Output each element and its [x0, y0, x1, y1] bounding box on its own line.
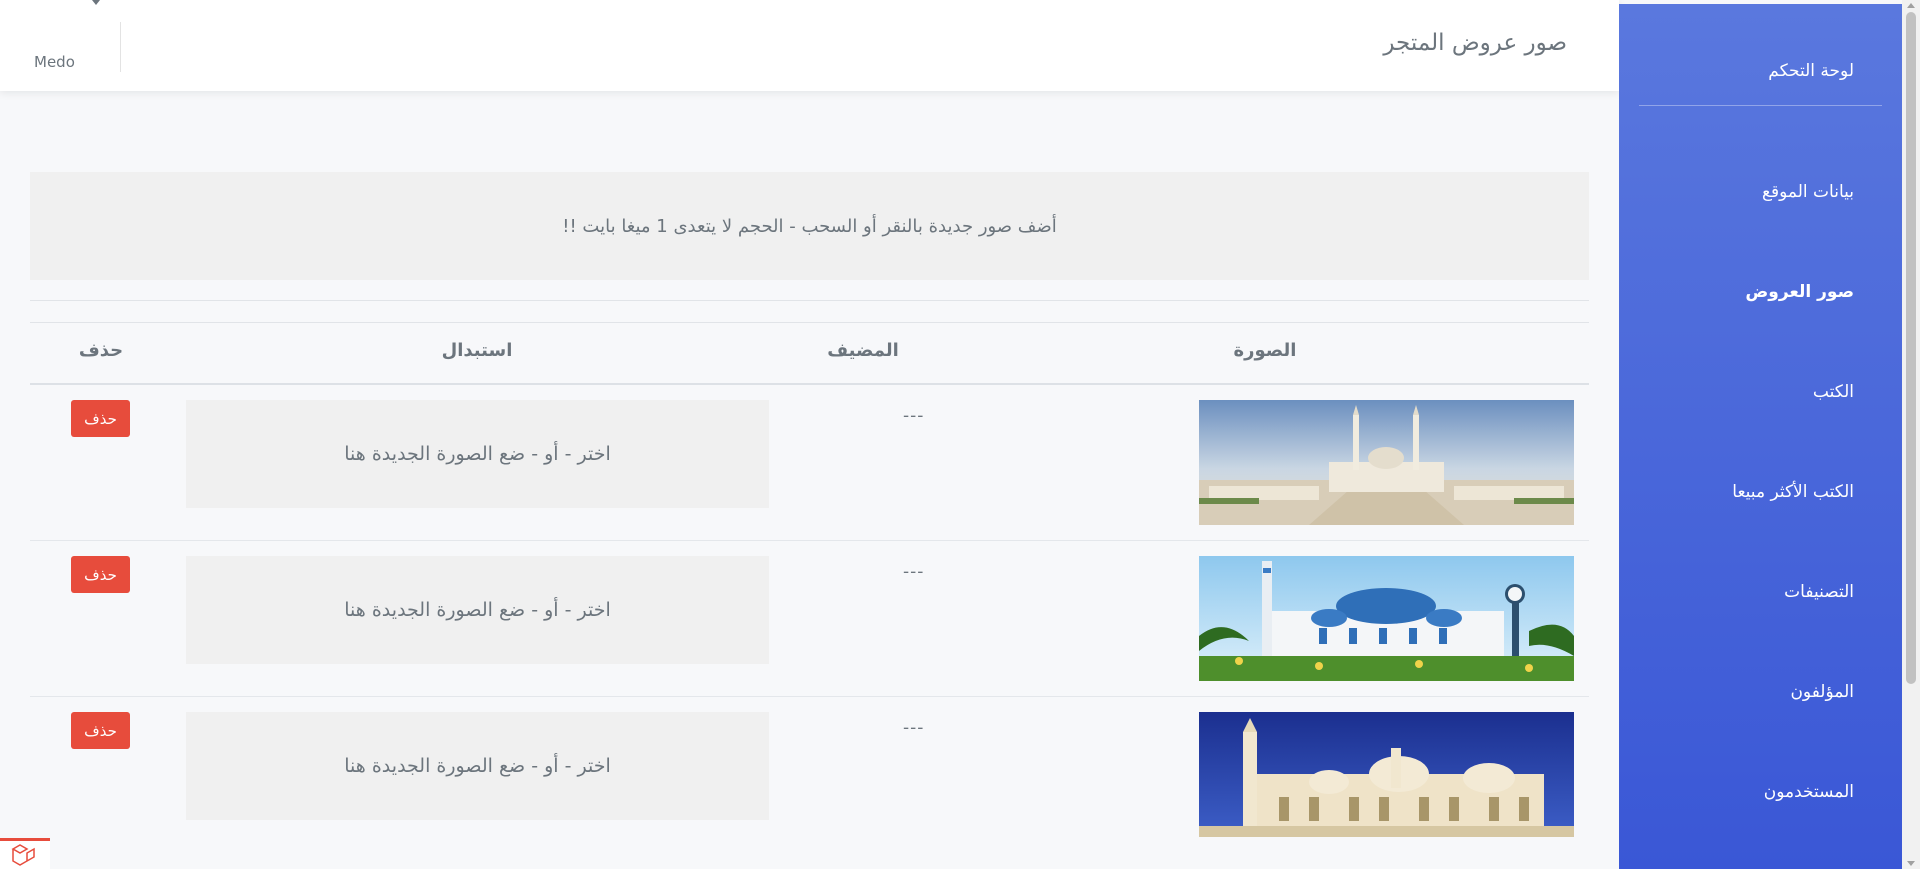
- scroll-up-arrow-icon[interactable]: [1907, 3, 1915, 8]
- replace-image-dropzone[interactable]: اختر - أو - ضع الصورة الجديدة هنا: [186, 712, 769, 820]
- sidebar-item-users[interactable]: المستخدمون: [1764, 782, 1854, 802]
- adder-value: ---: [903, 562, 925, 582]
- divider: [30, 300, 1589, 301]
- top-header: Medo صور عروض المتجر: [0, 0, 1619, 91]
- offer-image-thumbnail: [1199, 556, 1574, 681]
- delete-button[interactable]: حذف: [71, 556, 130, 593]
- replace-image-text: اختر - أو - ضع الصورة الجديدة هنا: [344, 443, 611, 465]
- chevron-down-icon[interactable]: [92, 0, 100, 5]
- sidebar-item-site-data[interactable]: بيانات الموقع: [1762, 182, 1854, 202]
- scroll-down-arrow-icon[interactable]: [1907, 861, 1915, 866]
- sidebar: لوحة التحكم بيانات الموقع صور العروض الك…: [1619, 4, 1902, 869]
- scroll-thumb[interactable]: [1906, 12, 1916, 684]
- column-header-replace: استبدال: [441, 340, 513, 361]
- replace-image-text: اختر - أو - ضع الصورة الجديدة هنا: [344, 755, 611, 777]
- adder-value: ---: [903, 718, 925, 738]
- delete-button[interactable]: حذف: [71, 400, 130, 437]
- sidebar-item-categories[interactable]: التصنيفات: [1784, 582, 1854, 602]
- header-divider: [120, 22, 121, 72]
- page-title: صور عروض المتجر: [1383, 30, 1567, 56]
- offer-image-thumbnail: [1199, 400, 1574, 525]
- replace-image-dropzone[interactable]: اختر - أو - ضع الصورة الجديدة هنا: [186, 556, 769, 664]
- row-divider: [30, 540, 1589, 541]
- upload-dropzone[interactable]: أضف صور جديدة بالنقر أو السحب - الحجم لا…: [30, 172, 1589, 280]
- user-menu[interactable]: Medo: [34, 53, 75, 71]
- column-header-adder: المضيف: [827, 340, 899, 361]
- sidebar-item-books[interactable]: الكتب: [1813, 382, 1854, 402]
- dropzone-text: أضف صور جديدة بالنقر أو السحب - الحجم لا…: [562, 215, 1057, 237]
- replace-image-text: اختر - أو - ضع الصورة الجديدة هنا: [344, 599, 611, 621]
- adder-value: ---: [903, 406, 925, 426]
- sidebar-item-best-sellers[interactable]: الكتب الأكثر مبيعا: [1732, 482, 1854, 502]
- row-divider: [30, 696, 1589, 697]
- offer-image-thumbnail: [1199, 712, 1574, 837]
- framework-logo-icon: [0, 838, 50, 869]
- sidebar-item-offer-images[interactable]: صور العروض: [1745, 282, 1854, 302]
- scrollbar[interactable]: [1902, 0, 1920, 869]
- sidebar-divider: [1639, 105, 1882, 106]
- replace-image-dropzone[interactable]: اختر - أو - ضع الصورة الجديدة هنا: [186, 400, 769, 508]
- delete-button[interactable]: حذف: [71, 712, 130, 749]
- column-header-delete: حذف: [78, 340, 124, 361]
- sidebar-item-authors[interactable]: المؤلفون: [1790, 682, 1854, 702]
- divider: [30, 322, 1589, 323]
- column-header-image: الصورة: [1233, 340, 1297, 361]
- sidebar-item-dashboard[interactable]: لوحة التحكم: [1768, 61, 1854, 81]
- table-header-divider: [30, 383, 1589, 385]
